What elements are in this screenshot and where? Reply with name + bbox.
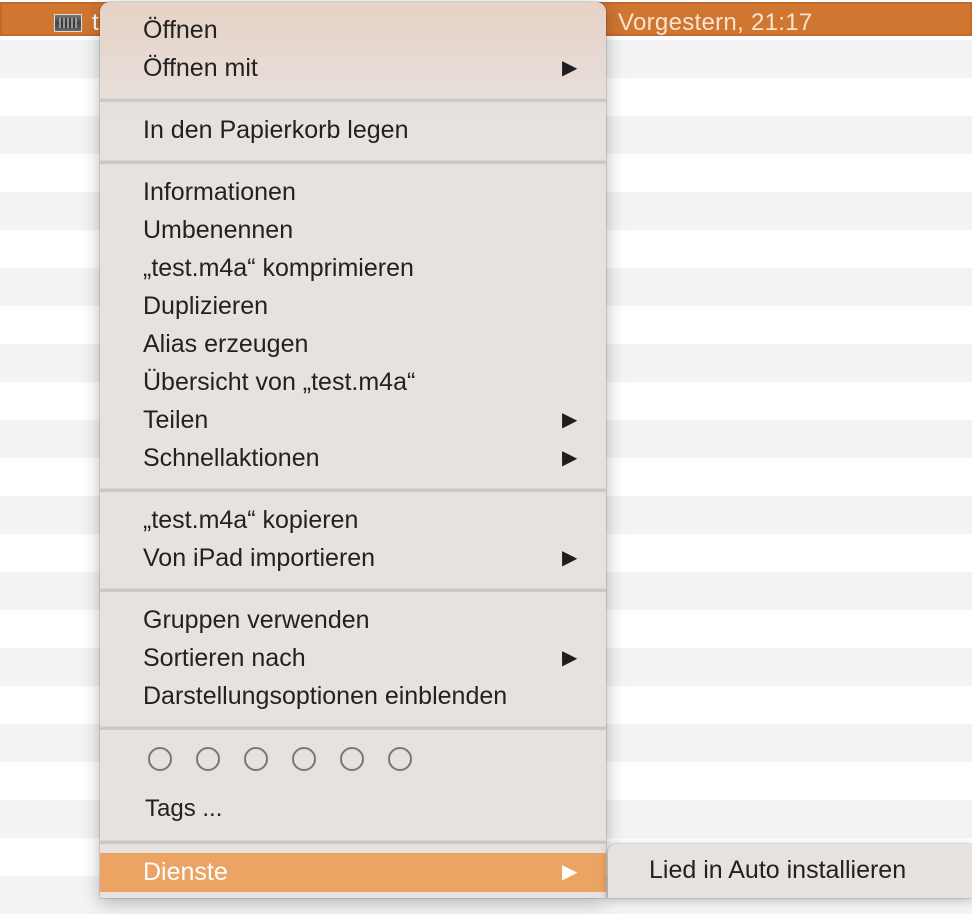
- submenu-arrow-icon: ▶: [562, 861, 578, 883]
- file-name: t: [92, 9, 99, 36]
- menu-item-öffnen[interactable]: Öffnen: [100, 11, 606, 49]
- menu-item-label: Schnellaktionen: [143, 444, 320, 472]
- menu-item-label: In den Papierkorb legen: [143, 116, 409, 144]
- menu-separator: [100, 588, 606, 592]
- context-menu: Öffnen Öffnen mit ▶ In den Papierkorb legen…: [100, 2, 606, 898]
- menu-item-label: Informationen: [143, 178, 296, 206]
- menu-item-label: Öffnen: [143, 16, 218, 44]
- menu-item-dienste[interactable]: Dienste ▶: [100, 853, 606, 892]
- menu-item-tags[interactable]: Tags ...: [145, 792, 222, 826]
- menu-item-label: Teilen: [143, 406, 209, 434]
- menu-item-label: Duplizieren: [143, 292, 269, 320]
- menu-separator: [100, 98, 606, 102]
- audio-file-icon: [54, 14, 82, 32]
- submenu-arrow-icon: ▶: [562, 447, 578, 469]
- menu-separator: [100, 840, 606, 844]
- menu-item-label: Dienste: [143, 858, 228, 886]
- menu-separator: [100, 488, 606, 492]
- menu-item-label: Von iPad importieren: [143, 544, 376, 572]
- tag-circle-icon[interactable]: [388, 747, 412, 771]
- menu-item-duplizieren[interactable]: Duplizieren: [100, 287, 606, 325]
- menu-separator: [100, 160, 606, 164]
- menu-item-von-ipad-importieren[interactable]: Von iPad importieren ▶: [100, 539, 606, 577]
- menu-item-label: Alias erzeugen: [143, 330, 309, 358]
- menu-item-label: Öffnen mit: [143, 54, 258, 82]
- submenu-arrow-icon: ▶: [562, 647, 578, 669]
- tag-circle-icon[interactable]: [244, 747, 268, 771]
- menu-item-öffnen-mit[interactable]: Öffnen mit ▶: [100, 49, 606, 87]
- menu-item-test-m4a-komprimieren[interactable]: „test.m4a“ komprimieren: [100, 249, 606, 287]
- submenu-arrow-icon: ▶: [562, 57, 578, 79]
- menu-item-label: Umbenennen: [143, 216, 294, 244]
- menu-item-label: „test.m4a“ komprimieren: [143, 254, 414, 282]
- tag-circle-icon[interactable]: [196, 747, 220, 771]
- menu-item-test-m4a-kopieren[interactable]: „test.m4a“ kopieren: [100, 501, 606, 539]
- file-date: Vorgestern, 21:17: [618, 9, 813, 36]
- services-submenu: Lied in Auto installieren: [608, 844, 972, 898]
- tag-circle-icon[interactable]: [292, 747, 316, 771]
- menu-item-alias-erzeugen[interactable]: Alias erzeugen: [100, 325, 606, 363]
- menu-item-teilen[interactable]: Teilen ▶: [100, 401, 606, 439]
- tag-circle-icon[interactable]: [148, 747, 172, 771]
- tag-circle-icon[interactable]: [340, 747, 364, 771]
- menu-item-sortieren-nach[interactable]: Sortieren nach ▶: [100, 639, 606, 677]
- menu-item-label: Gruppen verwenden: [143, 606, 370, 634]
- menu-item-darstellungsoptionen-einblenden[interactable]: Darstellungsoptionen einblenden: [100, 677, 606, 715]
- tag-color-picker: [148, 747, 448, 779]
- menu-item-label: Sortieren nach: [143, 644, 306, 672]
- submenu-arrow-icon: ▶: [562, 547, 578, 569]
- menu-item-schnellaktionen[interactable]: Schnellaktionen ▶: [100, 439, 606, 477]
- menu-item-umbenennen[interactable]: Umbenennen: [100, 211, 606, 249]
- menu-item-label: Darstellungsoptionen einblenden: [143, 682, 508, 710]
- menu-item-gruppen-verwenden[interactable]: Gruppen verwenden: [100, 601, 606, 639]
- submenu-arrow-icon: ▶: [562, 409, 578, 431]
- menu-item-übersicht-von-test-m4a[interactable]: Übersicht von „test.m4a“: [100, 363, 606, 401]
- menu-separator: [100, 726, 606, 730]
- menu-item-label: „test.m4a“ kopieren: [143, 506, 359, 534]
- submenu-item-install-song[interactable]: Lied in Auto installieren: [649, 851, 906, 889]
- menu-item-in-den-papierkorb-legen[interactable]: In den Papierkorb legen: [100, 111, 606, 149]
- menu-item-label: Übersicht von „test.m4a“: [143, 368, 416, 396]
- menu-item-informationen[interactable]: Informationen: [100, 173, 606, 211]
